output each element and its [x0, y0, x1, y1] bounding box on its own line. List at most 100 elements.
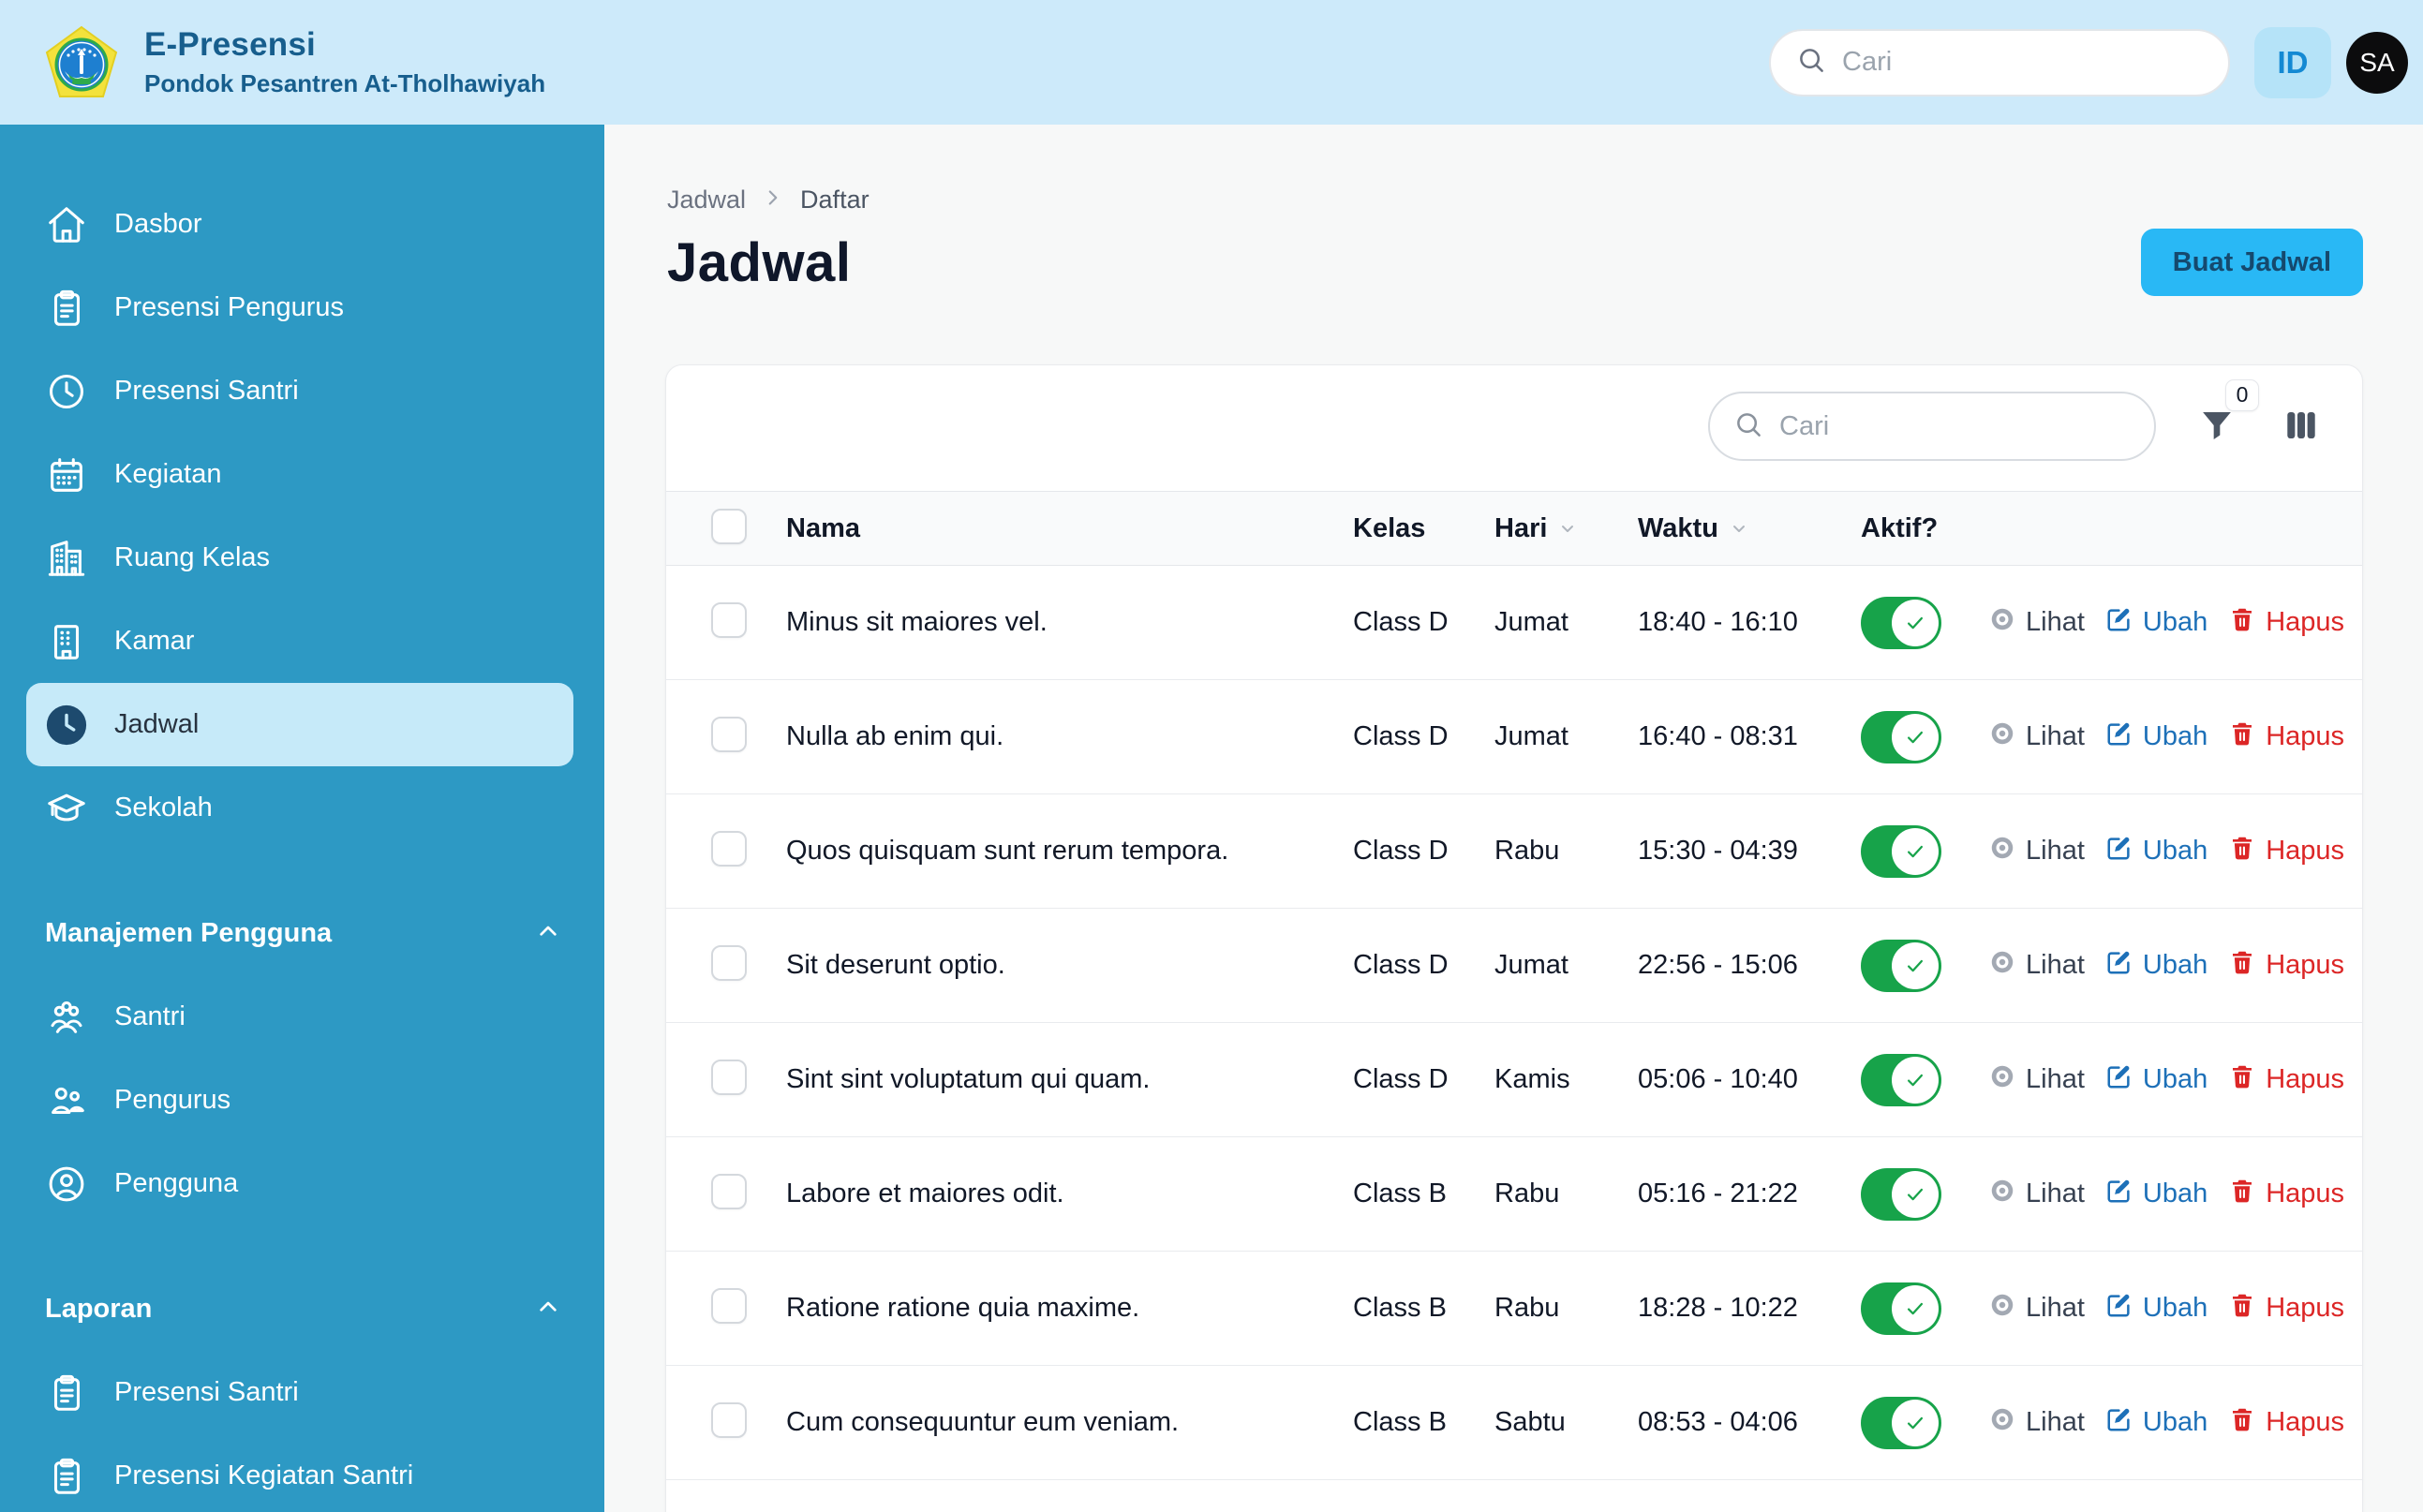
sidebar-item-presensi-pengurus[interactable]: Presensi Pengurus — [26, 266, 573, 349]
active-toggle[interactable] — [1861, 597, 1941, 649]
sidebar-item-label: Kamar — [114, 626, 194, 657]
cell-kelas: Class D — [1353, 607, 1494, 638]
active-toggle[interactable] — [1861, 1282, 1941, 1335]
chevron-up-icon — [533, 1292, 563, 1327]
global-search[interactable] — [1769, 29, 2230, 96]
row-checkbox[interactable] — [711, 1060, 747, 1095]
breadcrumb-parent[interactable]: Jadwal — [667, 185, 746, 215]
cell-hari: Kamis — [1494, 1064, 1638, 1095]
ubah-button[interactable]: Ubah — [2105, 948, 2207, 984]
locale-switcher[interactable]: ID — [2254, 27, 2331, 98]
columns-button[interactable] — [2278, 402, 2325, 452]
hapus-button[interactable]: Hapus — [2228, 1291, 2344, 1327]
eye-icon — [1988, 1405, 2016, 1441]
column-header-nama: Nama — [786, 513, 1353, 544]
hapus-button[interactable]: Hapus — [2228, 1405, 2344, 1441]
row-checkbox[interactable] — [711, 717, 747, 752]
row-checkbox[interactable] — [711, 602, 747, 638]
app-subtitle: Pondok Pesantren At-Tholhawiyah — [144, 69, 545, 98]
sidebar-item-ruang-kelas[interactable]: Ruang Kelas — [26, 516, 573, 600]
ubah-button[interactable]: Ubah — [2105, 1062, 2207, 1098]
sidebar-item-laporan-presensi-kegiatan-santri[interactable]: Presensi Kegiatan Santri — [26, 1434, 573, 1512]
toggle-knob — [1892, 942, 1939, 989]
hapus-button[interactable]: Hapus — [2228, 1177, 2344, 1212]
hapus-button[interactable]: Hapus — [2228, 834, 2344, 869]
table-search[interactable] — [1708, 392, 2156, 461]
cell-nama: Cum consequuntur eum veniam. — [786, 1407, 1353, 1438]
cell-nama: Quos quisquam sunt rerum tempora. — [786, 836, 1353, 867]
users-two-icon — [45, 1079, 88, 1122]
sidebar-item-label: Pengguna — [114, 1168, 238, 1199]
select-all-checkbox[interactable] — [711, 509, 747, 544]
lihat-button[interactable]: Lihat — [1988, 719, 2085, 755]
cell-waktu: 18:40 - 16:10 — [1638, 607, 1861, 638]
search-icon — [1732, 408, 1764, 445]
row-checkbox[interactable] — [711, 831, 747, 867]
ubah-button[interactable]: Ubah — [2105, 1405, 2207, 1441]
sidebar-item-presensi-santri[interactable]: Presensi Santri — [26, 349, 573, 433]
chevron-up-icon — [533, 916, 563, 951]
sidebar-item-pengurus[interactable]: Pengurus — [26, 1059, 573, 1142]
cell-nama: Labore et maiores odit. — [786, 1178, 1353, 1209]
create-jadwal-button[interactable]: Buat Jadwal — [2141, 229, 2363, 296]
sidebar-item-dasbor[interactable]: Dasbor — [26, 183, 573, 266]
sidebar-item-kamar[interactable]: Kamar — [26, 600, 573, 683]
hapus-button[interactable]: Hapus — [2228, 1062, 2344, 1098]
pencil-square-icon — [2105, 1177, 2133, 1212]
sidebar-item-kegiatan[interactable]: Kegiatan — [26, 433, 573, 516]
sort-chevron-icon[interactable] — [1728, 517, 1750, 540]
lihat-button[interactable]: Lihat — [1988, 1405, 2085, 1441]
hapus-button[interactable]: Hapus — [2228, 605, 2344, 641]
active-toggle[interactable] — [1861, 1168, 1941, 1221]
row-checkbox[interactable] — [711, 945, 747, 981]
active-toggle[interactable] — [1861, 1397, 1941, 1449]
sidebar-section-manajemen-pengguna[interactable]: Manajemen Pengguna — [0, 906, 604, 960]
toggle-knob — [1892, 714, 1939, 761]
table-row: Nulla ab enim qui. Class D Jumat 16:40 -… — [666, 680, 2362, 794]
lihat-button[interactable]: Lihat — [1988, 605, 2085, 641]
sidebar-item-jadwal[interactable]: Jadwal — [26, 683, 573, 766]
toggle-knob — [1892, 1400, 1939, 1446]
sort-chevron-icon[interactable] — [1556, 517, 1579, 540]
hapus-button[interactable]: Hapus — [2228, 719, 2344, 755]
calendar-icon — [45, 453, 88, 497]
table-search-input[interactable] — [1779, 411, 2132, 442]
active-toggle[interactable] — [1861, 711, 1941, 763]
row-checkbox[interactable] — [711, 1402, 747, 1438]
ubah-button[interactable]: Ubah — [2105, 1291, 2207, 1327]
lihat-button[interactable]: Lihat — [1988, 834, 2085, 869]
row-checkbox[interactable] — [711, 1174, 747, 1209]
cell-nama: Sit deserunt optio. — [786, 950, 1353, 981]
sidebar-section-laporan[interactable]: Laporan — [0, 1282, 604, 1336]
sidebar-item-santri[interactable]: Santri — [26, 975, 573, 1059]
lihat-button[interactable]: Lihat — [1988, 948, 2085, 984]
table-row: Sint sint voluptatum qui quam. Class D K… — [666, 1023, 2362, 1137]
ubah-button[interactable]: Ubah — [2105, 605, 2207, 641]
trash-icon — [2228, 719, 2256, 755]
hapus-button[interactable]: Hapus — [2228, 948, 2344, 984]
lihat-button[interactable]: Lihat — [1988, 1062, 2085, 1098]
cell-kelas: Class B — [1353, 1407, 1494, 1438]
cell-kelas: Class D — [1353, 950, 1494, 981]
sidebar-item-pengguna[interactable]: Pengguna — [26, 1142, 573, 1225]
jadwal-table-card: 0 Nama Kelas Hari — [665, 364, 2363, 1512]
ubah-button[interactable]: Ubah — [2105, 834, 2207, 869]
active-toggle[interactable] — [1861, 940, 1941, 992]
ubah-button[interactable]: Ubah — [2105, 1177, 2207, 1212]
active-toggle[interactable] — [1861, 1054, 1941, 1106]
sidebar-item-sekolah[interactable]: Sekolah — [26, 766, 573, 850]
filter-button[interactable]: 0 — [2193, 402, 2240, 452]
user-avatar[interactable]: SA — [2346, 32, 2408, 94]
ubah-button[interactable]: Ubah — [2105, 719, 2207, 755]
clipboard-icon — [45, 1371, 88, 1415]
cell-hari: Jumat — [1494, 607, 1638, 638]
column-header-hari[interactable]: Hari — [1494, 513, 1638, 544]
global-search-input[interactable] — [1842, 47, 2204, 78]
lihat-button[interactable]: Lihat — [1988, 1291, 2085, 1327]
lihat-button[interactable]: Lihat — [1988, 1177, 2085, 1212]
row-checkbox[interactable] — [711, 1288, 747, 1324]
column-header-waktu[interactable]: Waktu — [1638, 513, 1861, 544]
trash-icon — [2228, 1062, 2256, 1098]
sidebar-item-laporan-presensi-santri[interactable]: Presensi Santri — [26, 1351, 573, 1434]
active-toggle[interactable] — [1861, 825, 1941, 878]
